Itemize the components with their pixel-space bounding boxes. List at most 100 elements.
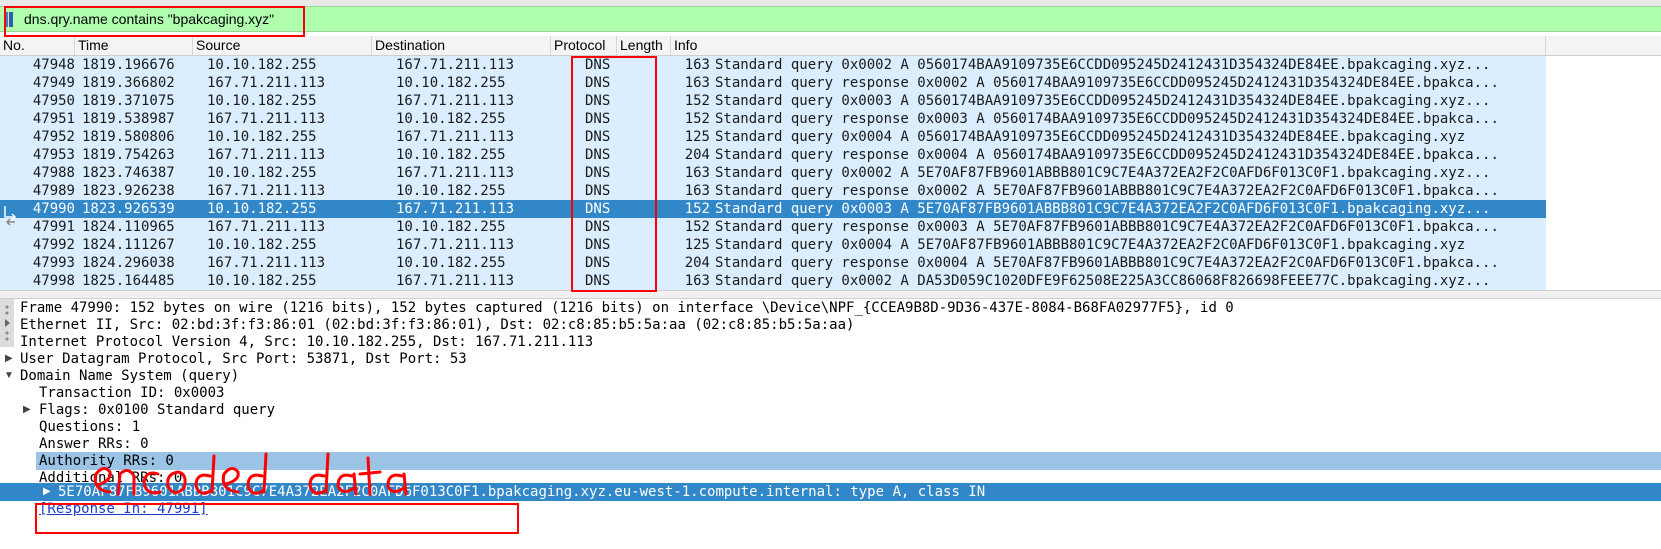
packet-row[interactable]: 47950 1819.371075 10.10.182.255 167.71.211.…: [0, 92, 1546, 110]
packet-row[interactable]: 47989 1823.926238 167.71.211.113 10.10.182.…: [0, 182, 1546, 200]
packet-cell-no: 47989: [32, 183, 75, 199]
packet-cell-dst: 10.10.182.255: [396, 219, 506, 235]
expand-arrow-icon[interactable]: ▶: [5, 350, 13, 368]
packet-cell-src: 10.10.182.255: [207, 201, 317, 217]
packet-cell-src: 167.71.211.113: [207, 147, 326, 163]
packet-row[interactable]: 47988 1823.746387 10.10.182.255 167.71.211.…: [0, 164, 1546, 182]
collapse-arrow-icon[interactable]: ▼: [4, 367, 14, 385]
packet-cell-src: 10.10.182.255: [207, 57, 317, 73]
query-name: 5E70AF87FB9601ABBB801C9C7E4A372EA2F2C0AF…: [58, 483, 985, 501]
packet-cell-no: 47950: [32, 93, 75, 109]
detail-udp-text: User Datagram Protocol, Src Port: 53871,…: [20, 351, 467, 367]
detail-transaction-id[interactable]: Transaction ID: 0x0003: [0, 384, 1661, 402]
filter-highlight-box: [4, 6, 305, 37]
detail-answer-rrs[interactable]: Answer RRs: 0: [0, 435, 1661, 453]
packet-cell-src: 167.71.211.113: [207, 111, 326, 127]
packet-row[interactable]: 47993 1824.296038 167.71.211.113 10.10.182.…: [0, 254, 1546, 272]
packet-list-header: No. Time Source Destination Protocol Len…: [0, 36, 1661, 56]
detail-ethernet-text: Ethernet II, Src: 02:bd:3f:f3:86:01 (02:…: [20, 317, 855, 333]
packet-cell-len: 152: [684, 219, 710, 235]
encoded-data-highlight-box: [35, 503, 519, 534]
query-encoded-label: 5E70AF87FB9601ABBB801C9C7E4A372EA2F2C0AF…: [58, 484, 480, 500]
packet-row[interactable]: 47949 1819.366802 167.71.211.113 10.10.182.…: [0, 74, 1546, 92]
detail-questions-text: Questions: 1: [39, 419, 141, 435]
detail-frame[interactable]: Frame 47990: 152 bytes on wire (1216 bit…: [0, 299, 1661, 317]
packet-cell-time: 1823.926238: [82, 183, 175, 199]
packet-row[interactable]: 47951 1819.538987 167.71.211.113 10.10.182.…: [0, 110, 1546, 128]
packet-cell-no: 47952: [32, 129, 75, 145]
packet-row[interactable]: 47948 1819.196676 10.10.182.255 167.71.211.…: [0, 56, 1546, 74]
detail-query-entry[interactable]: ▶ 5E70AF87FB9601ABBB801C9C7E4A372EA2F2C0…: [0, 483, 1661, 501]
expand-arrow-icon[interactable]: ▶: [43, 483, 51, 501]
detail-authority-rrs-text: Authority RRs: 0: [39, 453, 174, 469]
packet-cell-dst: 167.71.211.113: [396, 57, 515, 73]
packet-cell-src: 167.71.211.113: [207, 75, 326, 91]
packet-cell-no: 47949: [32, 75, 75, 91]
expand-arrow-icon[interactable]: ▶: [23, 401, 31, 419]
column-no[interactable]: No.: [0, 36, 75, 55]
detail-flags[interactable]: ▶ Flags: 0x0100 Standard query: [0, 401, 1661, 419]
packet-cell-dst: 10.10.182.255: [396, 183, 506, 199]
packet-cell-info: Standard query response 0x0004 A 0560174…: [715, 147, 1499, 163]
column-source[interactable]: Source: [193, 36, 372, 55]
packet-cell-info: Standard query response 0x0004 A 5E70AF8…: [715, 255, 1499, 271]
packet-cell-info: Standard query 0x0003 A 0560174BAA910973…: [715, 93, 1491, 109]
packet-cell-info: Standard query 0x0002 A DA53D059C1020DFE…: [715, 273, 1491, 289]
detail-questions[interactable]: Questions: 1: [0, 418, 1661, 436]
detail-ethernet[interactable]: Ethernet II, Src: 02:bd:3f:f3:86:01 (02:…: [0, 316, 1661, 334]
packet-cell-time: 1819.754263: [82, 147, 175, 163]
packet-row[interactable]: 47990 1823.926539 10.10.182.255 167.71.211.…: [0, 200, 1546, 218]
packet-cell-src: 167.71.211.113: [207, 255, 326, 271]
packet-cell-time: 1819.366802: [82, 75, 175, 91]
packet-cell-len: 163: [684, 183, 710, 199]
packet-cell-len: 163: [684, 75, 710, 91]
packet-cell-len: 163: [684, 165, 710, 181]
packet-cell-dst: 10.10.182.255: [396, 75, 506, 91]
packet-cell-src: 10.10.182.255: [207, 93, 317, 109]
detail-ip-text: Internet Protocol Version 4, Src: 10.10.…: [20, 334, 594, 350]
packet-row[interactable]: 47953 1819.754263 167.71.211.113 10.10.182.…: [0, 146, 1546, 164]
packet-cell-no: 47993: [32, 255, 75, 271]
column-info[interactable]: Info: [671, 36, 1546, 55]
packet-cell-info: Standard query 0x0002 A 0560174BAA910973…: [715, 57, 1491, 73]
column-protocol[interactable]: Protocol: [551, 36, 617, 55]
packet-cell-info: Standard query response 0x0003 A 5E70AF8…: [715, 219, 1499, 235]
detail-authority-rrs[interactable]: Authority RRs: 0: [36, 452, 1661, 470]
detail-flags-text: Flags: 0x0100 Standard query: [39, 402, 276, 418]
detail-dns-text: Domain Name System (query): [20, 368, 240, 384]
packet-row[interactable]: 47998 1825.164485 10.10.182.255 167.71.211.…: [0, 272, 1546, 290]
column-destination[interactable]: Destination: [372, 36, 551, 55]
packet-list[interactable]: 47948 1819.196676 10.10.182.255 167.71.211.…: [0, 56, 1661, 290]
detail-ip[interactable]: Internet Protocol Version 4, Src: 10.10.…: [0, 333, 1661, 351]
packet-cell-dst: 167.71.211.113: [396, 165, 515, 181]
packet-row[interactable]: 47992 1824.111267 10.10.182.255 167.71.211.…: [0, 236, 1546, 254]
packet-cell-len: 204: [684, 255, 710, 271]
detail-udp[interactable]: ▶ User Datagram Protocol, Src Port: 5387…: [0, 350, 1661, 368]
packet-cell-len: 204: [684, 147, 710, 163]
packet-cell-no: 47953: [32, 147, 75, 163]
packet-cell-time: 1819.538987: [82, 111, 175, 127]
column-length[interactable]: Length: [617, 36, 671, 55]
column-time[interactable]: Time: [75, 36, 193, 55]
packet-cell-time: 1819.196676: [82, 57, 175, 73]
packet-cell-time: 1824.110965: [82, 219, 175, 235]
packet-cell-len: 125: [684, 237, 710, 253]
packet-cell-time: 1819.371075: [82, 93, 175, 109]
packet-cell-no: 47948: [32, 57, 75, 73]
packet-row[interactable]: 47952 1819.580806 10.10.182.255 167.71.211.…: [0, 128, 1546, 146]
packet-cell-dst: 167.71.211.113: [396, 129, 515, 145]
pane-splitter[interactable]: [0, 290, 1661, 299]
packet-cell-src: 167.71.211.113: [207, 183, 326, 199]
packet-cell-dst: 167.71.211.113: [396, 237, 515, 253]
packet-row[interactable]: 47991 1824.110965 167.71.211.113 10.10.182.…: [0, 218, 1546, 236]
related-packet-icon: [4, 206, 17, 226]
packet-cell-src: 10.10.182.255: [207, 273, 317, 289]
detail-dns[interactable]: ▼ Domain Name System (query): [0, 367, 1661, 385]
packet-cell-time: 1825.164485: [82, 273, 175, 289]
packet-cell-no: 47988: [32, 165, 75, 181]
packet-cell-time: 1824.111267: [82, 237, 175, 253]
packet-cell-time: 1823.926539: [82, 201, 175, 217]
packet-cell-info: Standard query 0x0002 A 5E70AF87FB9601AB…: [715, 165, 1491, 181]
packet-cell-src: 10.10.182.255: [207, 237, 317, 253]
packet-cell-info: Standard query 0x0004 A 0560174BAA910973…: [715, 129, 1466, 145]
